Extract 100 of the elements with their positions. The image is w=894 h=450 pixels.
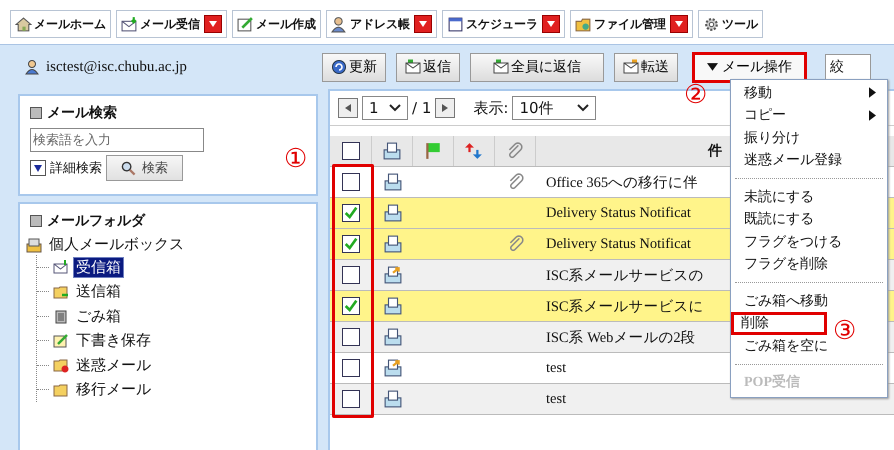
previous-page-button[interactable] bbox=[338, 98, 358, 118]
folder-icon bbox=[53, 382, 69, 398]
row-checkbox[interactable] bbox=[342, 235, 360, 253]
chevron-down-icon bbox=[577, 104, 590, 112]
pencil-icon bbox=[237, 16, 254, 32]
envelope-icon[interactable] bbox=[383, 142, 401, 160]
gear-icon bbox=[703, 16, 720, 32]
row-checkbox[interactable] bbox=[342, 297, 360, 315]
toolbar-button[interactable]: 全員に返信 bbox=[470, 52, 604, 82]
folder-item[interactable]: 送信箱 bbox=[73, 281, 124, 302]
envelope-icon bbox=[493, 59, 509, 75]
toolbar-button[interactable]: 返信 bbox=[396, 52, 460, 82]
page-total: / 1 bbox=[412, 99, 432, 117]
mail-subject[interactable]: ISC系メールサービスに bbox=[546, 296, 704, 316]
nav-tab[interactable]: ツール bbox=[698, 10, 763, 38]
row-checkbox[interactable] bbox=[342, 204, 360, 222]
nav-tab[interactable]: メール受信 bbox=[116, 10, 227, 38]
folder-item[interactable]: 移行メール bbox=[73, 379, 154, 400]
mail-actions-button[interactable]: メール操作 bbox=[692, 52, 807, 82]
search-icon bbox=[121, 160, 136, 176]
person-icon bbox=[24, 58, 40, 76]
menu-item[interactable]: 未読にする bbox=[731, 185, 887, 208]
section-title: メール検索 bbox=[47, 104, 117, 122]
menu-item[interactable]: フラグを削除 bbox=[731, 252, 887, 276]
sort-arrows-icon[interactable] bbox=[465, 142, 483, 160]
row-checkbox[interactable] bbox=[342, 328, 360, 346]
pencil-icon bbox=[53, 332, 69, 349]
folder-item[interactable]: 迷惑メール bbox=[73, 354, 154, 376]
menu-item[interactable]: 既読にする bbox=[731, 208, 887, 231]
per-page-select[interactable]: 10件 bbox=[512, 96, 596, 120]
nav-tab[interactable]: スケジューラ bbox=[442, 10, 565, 38]
menu-item[interactable]: 移動 bbox=[731, 81, 887, 104]
bullet-icon bbox=[30, 215, 42, 227]
folder-icon bbox=[53, 357, 69, 374]
mail-subject[interactable]: Delivery Status Notificat bbox=[546, 204, 691, 222]
advanced-search-link[interactable]: 詳細検索 bbox=[50, 159, 102, 177]
row-checkbox[interactable] bbox=[342, 359, 360, 377]
search-field[interactable]: 検索語を入力 bbox=[30, 128, 204, 152]
mail-subject[interactable]: ISC系 Webメールの2段 bbox=[546, 328, 696, 346]
folder-item[interactable]: 受信箱 bbox=[73, 256, 124, 278]
submenu-arrow-icon bbox=[869, 110, 876, 121]
mailbox-icon bbox=[26, 236, 42, 252]
next-page-button[interactable] bbox=[435, 98, 456, 118]
display-label: 表示: bbox=[473, 98, 508, 118]
calendar-icon bbox=[447, 16, 464, 32]
menu-item[interactable]: 振り分け bbox=[731, 126, 887, 150]
menu-item[interactable]: フラグをつける bbox=[731, 230, 887, 254]
nav-tab[interactable]: ファイル管理 bbox=[570, 10, 693, 38]
row-checkbox[interactable] bbox=[342, 173, 360, 191]
paperclip-icon[interactable] bbox=[506, 142, 524, 160]
dropdown-icon[interactable] bbox=[204, 15, 222, 33]
mail-subject[interactable]: test bbox=[546, 390, 566, 408]
envelope-icon bbox=[121, 16, 138, 32]
toolbar-button[interactable]: 更新 bbox=[322, 52, 386, 82]
expand-icon[interactable] bbox=[30, 160, 46, 176]
menu-item[interactable]: 迷惑メール登録 bbox=[731, 148, 887, 172]
mail-subject[interactable]: Delivery Status Notificat bbox=[546, 236, 691, 252]
folder-icon bbox=[575, 16, 592, 32]
callout-number: ② bbox=[684, 82, 708, 108]
nav-tab[interactable]: メール作成 bbox=[232, 10, 321, 38]
envelope-icon bbox=[53, 259, 69, 276]
envelope-icon bbox=[623, 59, 639, 75]
callout-number: ① bbox=[284, 146, 308, 172]
menu-item[interactable]: ごみ箱へ移動 bbox=[731, 289, 887, 312]
select-all-checkbox[interactable] bbox=[342, 142, 360, 160]
nav-tab[interactable]: メールホーム bbox=[10, 10, 111, 38]
mail-subject[interactable]: Office 365への移行に伴 bbox=[546, 172, 698, 192]
folder-icon bbox=[53, 284, 69, 300]
dropdown-icon[interactable] bbox=[414, 15, 432, 33]
mail-subject[interactable]: ISC系メールサービスの bbox=[546, 266, 704, 284]
menu-item[interactable]: コピー bbox=[731, 104, 887, 127]
dropdown-icon[interactable] bbox=[542, 15, 560, 33]
column-header[interactable]: 件 bbox=[708, 142, 722, 160]
folder-item[interactable]: 下書き保存 bbox=[73, 330, 154, 352]
trash-icon bbox=[53, 308, 69, 324]
filter-field[interactable]: 絞 bbox=[825, 54, 871, 80]
caret-icon bbox=[707, 62, 718, 72]
bullet-icon bbox=[30, 107, 42, 119]
tree-item[interactable]: 個人メールボックス bbox=[46, 234, 187, 255]
user-email: isctest@isc.chubu.ac.jp bbox=[46, 58, 187, 76]
person-icon bbox=[331, 16, 348, 32]
dropdown-icon[interactable] bbox=[670, 15, 688, 33]
section-title: メールフォルダ bbox=[47, 212, 145, 230]
envelope-icon bbox=[405, 59, 421, 75]
callout-number: ③ bbox=[833, 318, 856, 344]
flag-icon[interactable] bbox=[424, 142, 442, 160]
house-icon bbox=[15, 16, 32, 32]
mail-subject[interactable]: test bbox=[546, 360, 566, 376]
row-checkbox[interactable] bbox=[342, 390, 360, 408]
refresh-icon bbox=[331, 59, 347, 75]
menu-item[interactable]: 削除 bbox=[731, 312, 827, 335]
folder-item[interactable]: ごみ箱 bbox=[73, 306, 124, 327]
row-checkbox[interactable] bbox=[342, 266, 360, 284]
toolbar-button[interactable]: 転送 bbox=[614, 52, 678, 82]
search-button[interactable]: 検索 bbox=[106, 155, 183, 181]
page-select[interactable]: 1 bbox=[362, 96, 408, 120]
nav-tab[interactable]: アドレス帳 bbox=[326, 10, 437, 38]
left-triangle-icon bbox=[343, 103, 353, 113]
right-triangle-icon bbox=[440, 103, 450, 113]
chevron-down-icon bbox=[389, 104, 401, 112]
